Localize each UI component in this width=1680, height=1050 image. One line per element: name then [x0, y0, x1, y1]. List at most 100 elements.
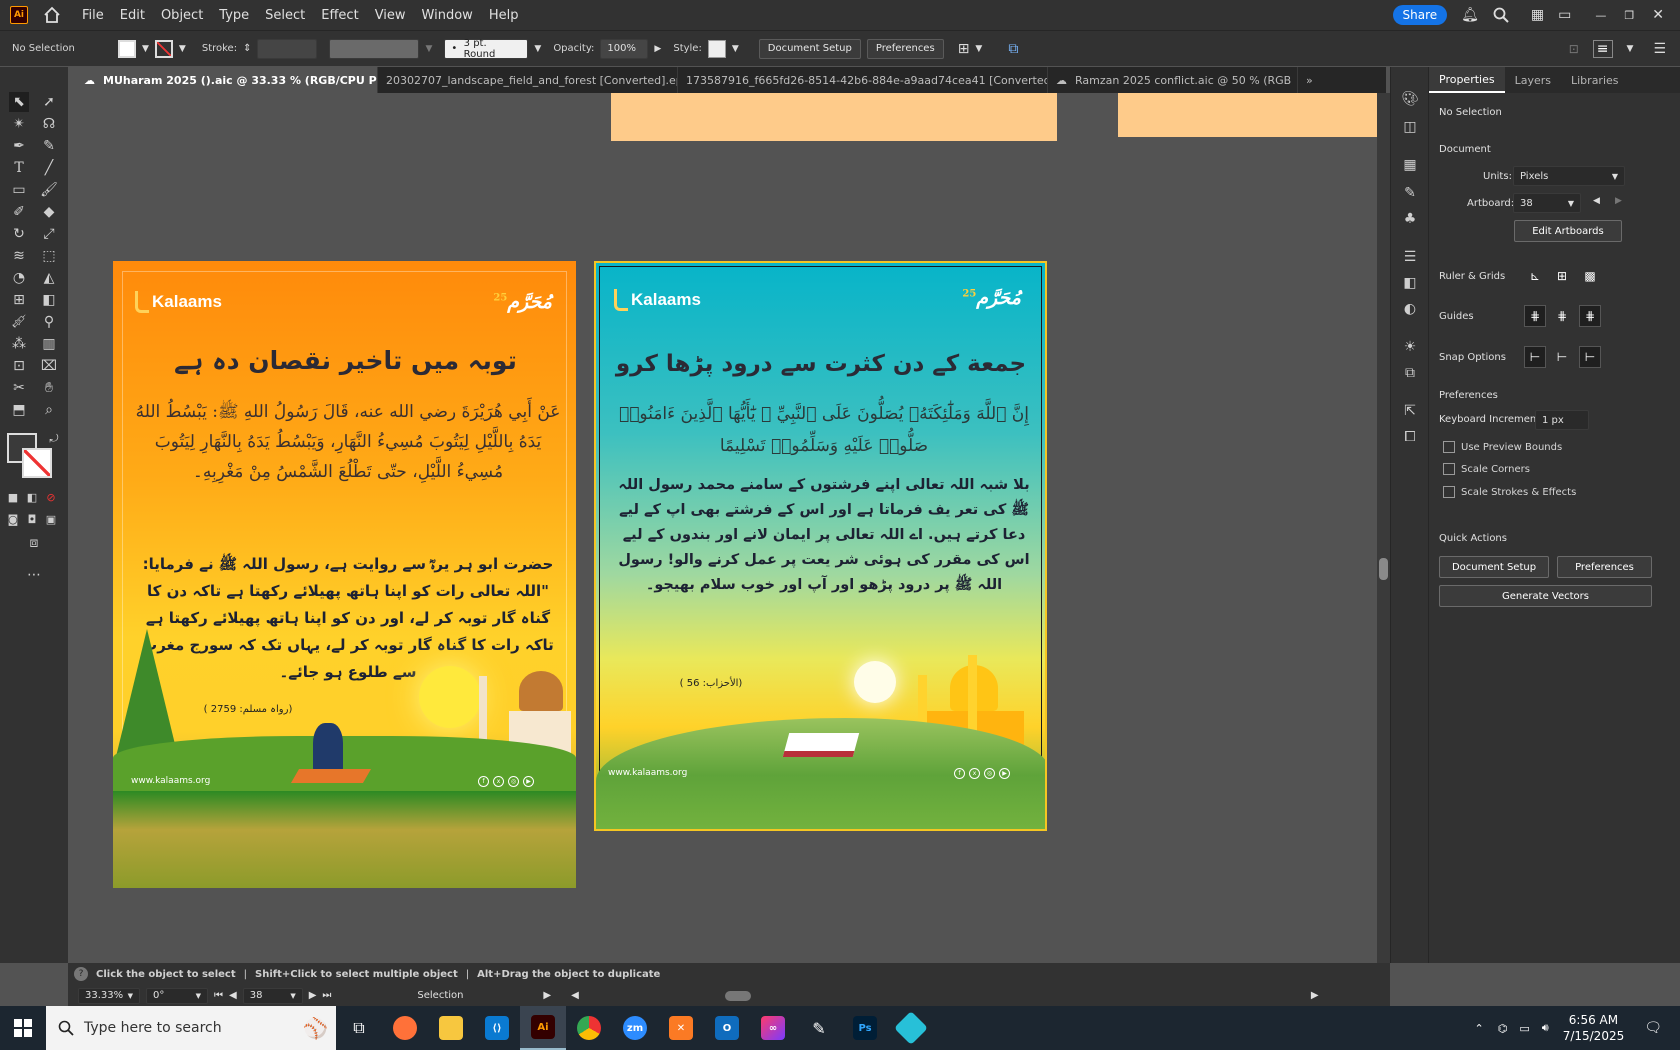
stroke-weight-field[interactable]	[257, 38, 318, 59]
menu-help[interactable]: Help	[481, 8, 527, 23]
horizontal-scrollbar[interactable]	[585, 990, 1305, 1002]
color-icon[interactable]: 🎨︎	[1400, 89, 1420, 109]
swatches-icon[interactable]: ▦	[1400, 155, 1420, 175]
symbols-icon[interactable]: ♣	[1400, 209, 1420, 229]
app-icon[interactable]	[888, 1006, 934, 1050]
menu-effect[interactable]: Effect	[313, 8, 366, 23]
vertical-scrollbar[interactable]	[1377, 93, 1390, 963]
shape-builder-tool-icon[interactable]: ◔	[9, 268, 29, 288]
firefox-icon[interactable]	[382, 1006, 428, 1050]
menu-type[interactable]: Type	[211, 8, 257, 23]
tab-landscape[interactable]: 20302707_landscape_field_and_forest [Con…	[378, 67, 678, 93]
qa-document-setup-button[interactable]: Document Setup	[1439, 556, 1549, 578]
rotation-field[interactable]: 0° ▼	[146, 987, 208, 1004]
mode-arrow-icon[interactable]: ▶	[543, 990, 551, 1001]
transparency-grid-icon[interactable]: ▩	[1579, 265, 1601, 287]
notifications-icon[interactable]: 🗨︎	[1644, 1020, 1662, 1036]
selection-tool-icon[interactable]: ⬉	[9, 92, 29, 112]
arrange-icon[interactable]: ⊡	[1569, 42, 1579, 56]
direct-selection-tool-icon[interactable]: ➚	[39, 92, 59, 112]
prev-artboard-icon[interactable]: ◀	[1593, 196, 1600, 206]
volume-icon[interactable]: 🔊︎	[1542, 1021, 1549, 1035]
outlook-icon[interactable]: O	[704, 1006, 750, 1050]
workspace-icon[interactable]: ▦	[1531, 7, 1544, 23]
grid-icon[interactable]: ⊞	[1551, 265, 1573, 287]
ruler-icon[interactable]: ⊾	[1524, 265, 1546, 287]
eraser-tool-icon[interactable]: ◆	[39, 202, 59, 222]
free-transform-tool-icon[interactable]: ⬚	[39, 246, 59, 266]
pen-tool-icon[interactable]: ✒	[9, 136, 29, 156]
shaper-tool-icon[interactable]: ✐	[9, 202, 29, 222]
chevron-right-icon[interactable]: ▶	[654, 44, 661, 54]
illustrator-icon[interactable]: Ai	[520, 1006, 566, 1050]
perspective-grid-tool-icon[interactable]: ◭	[39, 268, 59, 288]
inkscape-icon[interactable]: ✎	[796, 1006, 842, 1050]
chevron-up-icon[interactable]: ⌃	[1475, 1022, 1484, 1035]
artboard-top-left[interactable]	[611, 93, 1057, 141]
align-icon[interactable]: ⊞	[958, 41, 970, 57]
panel-menu-icon[interactable]: ≡	[1592, 39, 1613, 58]
scale-corners-checkbox[interactable]: Scale Corners	[1443, 463, 1530, 475]
menu-object[interactable]: Object	[153, 8, 211, 23]
blend-tool-icon[interactable]: ⚲	[39, 312, 59, 332]
scale-strokes-checkbox[interactable]: Scale Strokes & Effects	[1443, 486, 1576, 498]
smart-guides-icon[interactable]: ⋕	[1579, 305, 1601, 327]
zoom-field[interactable]: 33.33% ▼	[78, 987, 140, 1004]
units-select[interactable]: Pixels ▼	[1513, 166, 1625, 186]
snap-pixel-icon[interactable]: ⊢	[1579, 346, 1601, 368]
tab-layers[interactable]: Layers	[1505, 67, 1561, 93]
knife-tool-icon[interactable]: ✂	[9, 378, 29, 398]
scroll-right-icon[interactable]: ▶	[1311, 990, 1319, 1001]
chrome-icon[interactable]	[566, 1006, 612, 1050]
zoom-app-icon[interactable]: zm	[612, 1006, 658, 1050]
use-preview-bounds-checkbox[interactable]: Use Preview Bounds	[1443, 441, 1562, 453]
snap-grid-icon[interactable]: ⊢	[1551, 346, 1573, 368]
appearance-icon[interactable]: ☀	[1400, 337, 1420, 357]
chevron-down-icon[interactable]: ▼	[1627, 44, 1634, 54]
canvas[interactable]: Kalaams مُحَرَّم25 توبہ میں تاخیر نقصان …	[68, 93, 1377, 963]
mesh-tool-icon[interactable]: ⊞	[9, 290, 29, 310]
next-artboard-icon[interactable]: ▶	[1615, 196, 1622, 206]
battery-icon[interactable]: ▭	[1519, 1022, 1529, 1035]
task-view-icon[interactable]: ⧉	[336, 1006, 382, 1050]
curvature-tool-icon[interactable]: ✎	[39, 136, 59, 156]
libraries-icon[interactable]: ◫	[1400, 117, 1420, 137]
tab-muharam[interactable]: ☁ MUharam 2025 ().aic @ 33.33 % (RGB/CPU…	[76, 67, 378, 93]
artboard-tool-icon[interactable]: ⊡	[9, 356, 29, 376]
network-icon[interactable]: ⌬	[1498, 1022, 1508, 1035]
graph-tool-icon[interactable]: ▥	[39, 334, 59, 354]
stroke-panel-icon[interactable]: ☰	[1400, 247, 1420, 267]
stroke-swatch[interactable]	[154, 39, 173, 58]
scroll-thumb[interactable]	[724, 990, 751, 1001]
scroll-left-icon[interactable]: ◀	[571, 990, 579, 1001]
chevron-down-icon[interactable]: ▼	[425, 44, 432, 54]
bell-icon[interactable]: 🔔︎	[1461, 7, 1479, 23]
close-icon[interactable]: ✕	[1652, 7, 1664, 23]
chevron-down-icon[interactable]: ▼	[732, 44, 739, 54]
panel-icon[interactable]: ▭	[1558, 7, 1571, 23]
creative-cloud-icon[interactable]: ∞	[750, 1006, 796, 1050]
stepper-icon[interactable]: ⇕	[243, 43, 251, 54]
transparency-icon[interactable]: ◐	[1400, 299, 1420, 319]
swap-colors-icon[interactable]: ⤾	[44, 429, 64, 449]
more-tools-icon[interactable]: ⋯	[24, 565, 44, 585]
hand-tool-icon[interactable]: ✋︎	[39, 378, 59, 398]
artboard-darood[interactable]: Kalaams مُحَرَّم25 جمعة کے دن کثرت سے در…	[594, 261, 1047, 831]
photoshop-icon[interactable]: Ps	[842, 1006, 888, 1050]
draw-behind-icon[interactable]: ◘	[22, 509, 42, 529]
artboards-panel-icon[interactable]: ⧠	[1400, 427, 1420, 447]
export-icon[interactable]: ⇱	[1400, 401, 1420, 421]
taskbar-search[interactable]: Type here to search ⚾	[46, 1006, 336, 1050]
scale-tool-icon[interactable]: ⤢	[39, 224, 59, 244]
keyboard-increment-field[interactable]: 1 px	[1535, 410, 1589, 430]
line-tool-icon[interactable]: ╱	[39, 158, 59, 178]
gradient-mode-icon[interactable]: ◧	[22, 487, 42, 507]
brush-definition[interactable]: • 3 pt. Round	[444, 38, 529, 60]
snap-point-icon[interactable]: ⊢	[1524, 346, 1546, 368]
document-setup-button[interactable]: Document Setup	[758, 38, 861, 59]
next-artboard-icon[interactable]: ▶	[309, 990, 317, 1001]
variable-width-profile[interactable]	[329, 38, 420, 59]
tab-ramzan[interactable]: ☁ Ramzan 2025 conflict.aic @ 50 % (RGB	[1048, 67, 1298, 93]
restore-icon[interactable]: ❐	[1624, 9, 1634, 22]
menu-select[interactable]: Select	[257, 8, 313, 23]
